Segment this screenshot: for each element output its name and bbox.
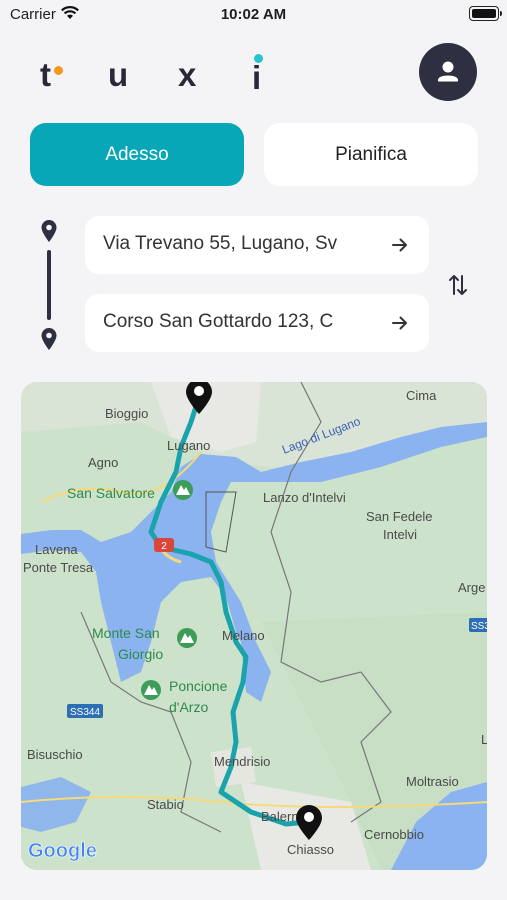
route-map[interactable]: 2 Cima Bioggio Lugano Agno Lanzo d'Intel… [21, 382, 487, 870]
map-label-cernobbio: Cernobbio [364, 827, 424, 842]
arrow-right-icon[interactable] [391, 314, 409, 332]
app-logo: t u x i [40, 54, 280, 96]
origin-field[interactable]: Via Trevano 55, Lugano, Sv [85, 216, 429, 274]
map-label-agno: Agno [88, 455, 118, 470]
map-label-giorgio: Giorgio [118, 646, 163, 662]
map-label-monte-san: Monte San [92, 625, 160, 641]
mountain-icon [177, 628, 197, 648]
map-label-moltrasio: Moltrasio [406, 774, 459, 789]
map-label-lugano: Lugano [167, 438, 210, 453]
highway-shield-ss3: SS3 [471, 621, 487, 632]
map-label-lavena: Lavena [35, 542, 78, 557]
tab-pianifica[interactable]: Pianifica [264, 123, 478, 186]
map-label-bisuschio: Bisuschio [27, 747, 83, 762]
tab-adesso[interactable]: Adesso [30, 123, 244, 186]
arrow-right-icon[interactable] [391, 236, 409, 254]
swap-icon[interactable] [448, 273, 468, 297]
map-label-stabio: Stabio [147, 797, 184, 812]
user-icon [438, 61, 458, 82]
map-label-lanzo: Lanzo d'Intelvi [263, 490, 346, 505]
status-time: 10:02 AM [220, 6, 287, 23]
map-label-bioggio: Bioggio [105, 406, 148, 421]
highway-shield-ss344: SS344 [70, 707, 100, 718]
destination-address: Corso San Gottardo 123, C [103, 311, 334, 332]
logo-letter-u: u [108, 56, 129, 93]
origin-address: Via Trevano 55, Lugano, Sv [103, 233, 338, 254]
road-badge: 2 [161, 541, 167, 552]
mountain-icon [141, 680, 161, 700]
mountain-icon [173, 480, 193, 500]
battery-icon [469, 6, 502, 21]
map-label-cima: Cima [406, 388, 437, 403]
map-label-intelvi: Intelvi [383, 527, 417, 542]
map-label-darzo: d'Arzo [169, 699, 208, 715]
map-label-mendrisio: Mendrisio [214, 754, 270, 769]
map-label-poncione: Poncione [169, 678, 228, 694]
logo-orange-dot [54, 66, 63, 75]
status-bar: Carrier 10:02 AM [0, 0, 507, 30]
map-label-ponte-tresa: Ponte Tresa [23, 560, 94, 575]
map-label-l: L [481, 732, 487, 747]
route-connector-line [47, 250, 51, 320]
map-label-san-fedele: San Fedele [366, 509, 433, 524]
logo-letter-t: t [40, 56, 51, 93]
map-label-san-salvatore: San Salvatore [67, 485, 155, 501]
profile-button[interactable] [419, 43, 477, 101]
map-label-arge: Arge [458, 580, 485, 595]
logo-letter-i: i [252, 59, 262, 96]
origin-pin-icon [41, 220, 57, 242]
destination-field[interactable]: Corso San Gottardo 123, C [85, 294, 429, 352]
map-label-chiasso: Chiasso [287, 842, 334, 857]
logo-letter-x: x [178, 56, 197, 93]
destination-pin-icon [41, 328, 57, 350]
google-attribution[interactable]: Google [28, 840, 97, 863]
map-label-melano: Melano [222, 628, 265, 643]
logo-teal-dot [254, 54, 263, 63]
